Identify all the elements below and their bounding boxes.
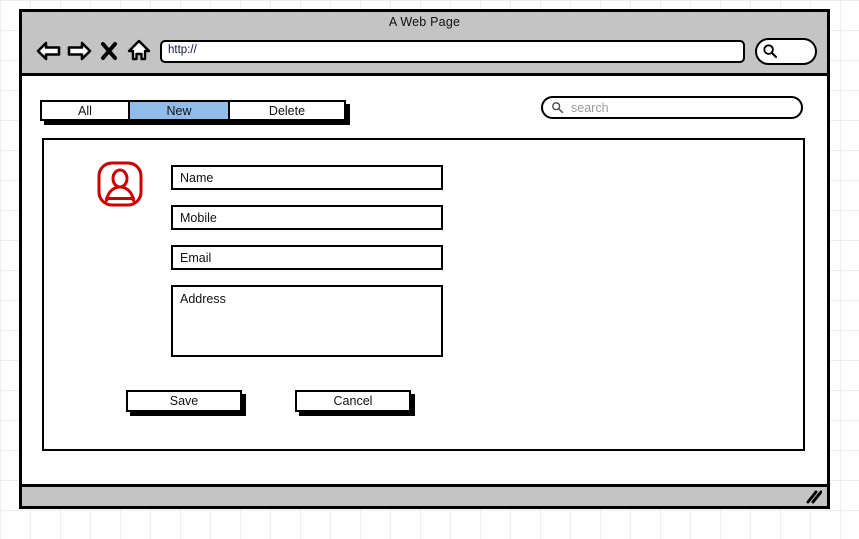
- tab-delete[interactable]: Delete: [228, 100, 346, 121]
- tab-new[interactable]: New: [128, 100, 228, 121]
- home-icon[interactable]: [124, 37, 154, 65]
- tab-bar: All New Delete: [40, 100, 346, 121]
- browser-nav-row: http://: [34, 34, 817, 68]
- resize-grip-icon[interactable]: [804, 490, 822, 504]
- forward-arrow-icon[interactable]: [64, 37, 94, 65]
- form-button-row: Save Cancel: [126, 390, 411, 412]
- tab-new-label: New: [166, 103, 192, 118]
- tab-all-label: All: [78, 103, 92, 118]
- user-avatar-icon: [96, 160, 144, 208]
- window-title: A Web Page: [388, 15, 461, 29]
- email-field[interactable]: Email: [171, 245, 443, 270]
- tab-all[interactable]: All: [40, 100, 128, 121]
- mobile-field-label: Mobile: [180, 210, 217, 225]
- browser-search-button[interactable]: [755, 37, 817, 65]
- email-field-label: Email: [180, 250, 212, 265]
- form-fields: Name Mobile Email Address: [171, 165, 443, 357]
- tab-delete-label: Delete: [268, 103, 306, 118]
- close-x-icon[interactable]: [94, 37, 124, 65]
- back-arrow-icon[interactable]: [34, 37, 64, 65]
- address-field[interactable]: Address: [171, 285, 443, 357]
- browser-chrome: A Web Page http://: [22, 12, 827, 76]
- cancel-button[interactable]: Cancel: [295, 390, 411, 412]
- status-bar: [22, 484, 827, 506]
- url-text: http://: [168, 44, 197, 57]
- name-field[interactable]: Name: [171, 165, 443, 190]
- form-card: Name Mobile Email Address Save Cancel: [42, 138, 805, 451]
- page-viewport: All New Delete search Name Mobile Email …: [22, 76, 827, 484]
- search-icon: [552, 102, 564, 114]
- save-button-label: Save: [169, 394, 199, 408]
- mobile-field[interactable]: Mobile: [171, 205, 443, 230]
- cancel-button-label: Cancel: [333, 394, 373, 408]
- address-field-label: Address: [180, 292, 226, 306]
- name-field-label: Name: [180, 170, 214, 185]
- browser-window: A Web Page http:// All New Delete search…: [19, 9, 830, 509]
- search-icon: [763, 44, 778, 59]
- save-button[interactable]: Save: [126, 390, 242, 412]
- search-input[interactable]: search: [541, 96, 803, 119]
- url-input[interactable]: http://: [160, 39, 745, 63]
- search-placeholder: search: [571, 100, 609, 115]
